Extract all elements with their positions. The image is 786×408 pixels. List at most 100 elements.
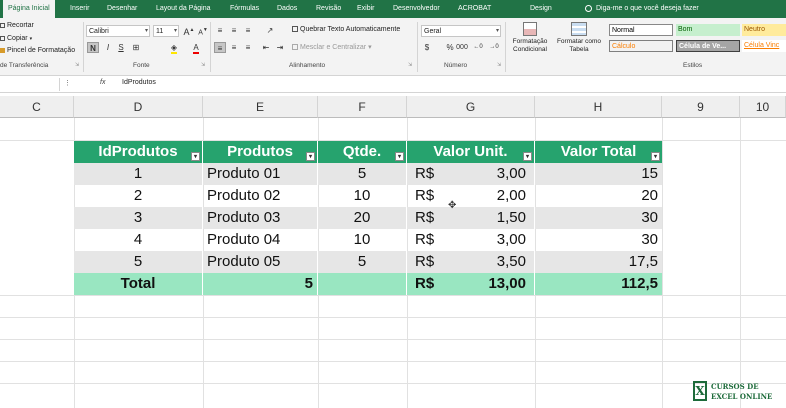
cell-valor-unit[interactable]: R$ 1,50: [407, 207, 534, 229]
align-middle-icon[interactable]: ≡: [228, 25, 240, 36]
tell-me-box[interactable]: Diga-me o que você deseja fazer: [585, 0, 699, 18]
format-painter-button[interactable]: Pincel de Formatação: [0, 47, 75, 54]
cell-valor-unit[interactable]: R$ 2,00: [407, 185, 534, 207]
cell-idprodutos[interactable]: 4: [74, 229, 202, 251]
filter-dropdown-icon[interactable]: ▾: [306, 152, 315, 161]
cell-idprodutos[interactable]: 3: [74, 207, 202, 229]
column-header-9[interactable]: 9: [662, 96, 740, 118]
cell-qtde[interactable]: 10: [318, 185, 406, 207]
tab-design[interactable]: Design: [530, 0, 552, 18]
tab-inserir[interactable]: Inserir: [70, 0, 89, 18]
font-color-icon[interactable]: A: [190, 42, 202, 54]
increase-decimal-icon[interactable]: ←0: [472, 42, 484, 53]
cell-produto[interactable]: Produto 04: [203, 229, 317, 251]
style-bom[interactable]: Bom: [676, 24, 740, 36]
tab-layout[interactable]: Layout da Página: [156, 0, 211, 18]
cell-valor-total[interactable]: 15: [535, 163, 662, 185]
style-celula-vinculada[interactable]: Célula Vinc: [742, 40, 786, 52]
header-qtde[interactable]: Qtde. ▾: [318, 141, 406, 163]
align-left-icon[interactable]: ≡: [214, 42, 226, 53]
cell-qtde[interactable]: 10: [318, 229, 406, 251]
number-format-select[interactable]: Geral ▾: [421, 25, 501, 37]
column-header-c[interactable]: C: [0, 96, 74, 118]
alignment-launcher-icon[interactable]: ⇲: [408, 62, 412, 68]
cell-valor-unit[interactable]: R$ 3,50: [407, 251, 534, 273]
total-label[interactable]: Total: [74, 273, 202, 295]
tab-revisao[interactable]: Revisão: [316, 0, 341, 18]
cell-valor-total[interactable]: 30: [535, 207, 662, 229]
cell-valor-total[interactable]: 20: [535, 185, 662, 207]
filter-dropdown-icon[interactable]: ▾: [651, 152, 660, 161]
style-calculo[interactable]: Cálculo: [609, 40, 673, 52]
column-header-d[interactable]: D: [74, 96, 203, 118]
style-neutro[interactable]: Neutro: [742, 24, 786, 36]
column-header-e[interactable]: E: [203, 96, 318, 118]
cell-valor-total[interactable]: 17,5: [535, 251, 662, 273]
name-box[interactable]: [0, 78, 60, 91]
align-top-icon[interactable]: ≡: [214, 25, 226, 36]
wrap-text-button[interactable]: Quebrar Texto Automaticamente: [292, 26, 400, 33]
cut-button[interactable]: Recortar: [0, 22, 34, 29]
italic-button[interactable]: I: [102, 42, 114, 53]
number-launcher-icon[interactable]: ⇲: [497, 62, 501, 68]
font-size-select[interactable]: 11 ▾: [153, 25, 179, 37]
column-header-h[interactable]: H: [535, 96, 662, 118]
total-produtos[interactable]: 5: [203, 273, 317, 295]
decrease-decimal-icon[interactable]: →0: [488, 42, 500, 53]
font-name-select[interactable]: Calibri ▾: [86, 25, 150, 37]
style-celula-verificacao[interactable]: Célula de Ve...: [676, 40, 740, 52]
grow-font-button[interactable]: A▲: [183, 25, 195, 37]
total-qtde[interactable]: [318, 273, 406, 295]
bold-button[interactable]: N: [87, 42, 99, 53]
orientation-icon[interactable]: ↗: [264, 25, 276, 36]
total-valor-total[interactable]: 112,5: [535, 273, 662, 295]
align-center-icon[interactable]: ≡: [228, 42, 240, 53]
tab-pagina-inicial[interactable]: Página Inicial: [3, 0, 55, 18]
decrease-indent-icon[interactable]: ⇤: [260, 42, 272, 53]
comma-style-icon[interactable]: 000: [456, 42, 468, 53]
tab-desenvolvedor[interactable]: Desenvolvedor: [393, 0, 440, 18]
shrink-font-button[interactable]: A▼: [197, 25, 209, 36]
cell-produto[interactable]: Produto 01: [203, 163, 317, 185]
filter-dropdown-icon[interactable]: ▾: [395, 152, 404, 161]
column-header-10[interactable]: 10: [740, 96, 786, 118]
header-idprodutos[interactable]: IdProdutos ▾: [74, 141, 202, 163]
increase-indent-icon[interactable]: ⇥: [274, 42, 286, 53]
cell-idprodutos[interactable]: 5: [74, 251, 202, 273]
total-valor-unit[interactable]: R$ 13,00: [407, 273, 534, 295]
fx-icon[interactable]: fx: [100, 79, 105, 86]
tab-dados[interactable]: Dados: [277, 0, 297, 18]
align-bottom-icon[interactable]: ≡: [242, 25, 254, 36]
column-header-f[interactable]: F: [318, 96, 407, 118]
cell-valor-total[interactable]: 30: [535, 229, 662, 251]
format-as-table-button[interactable]: Formatar como Tabela: [554, 22, 604, 62]
header-produtos[interactable]: Produtos ▾: [203, 141, 317, 163]
tab-formulas[interactable]: Fórmulas: [230, 0, 259, 18]
cell-qtde[interactable]: 5: [318, 163, 406, 185]
cell-idprodutos[interactable]: 1: [74, 163, 202, 185]
underline-button[interactable]: S: [115, 42, 127, 53]
cell-qtde[interactable]: 20: [318, 207, 406, 229]
tab-exibir[interactable]: Exibir: [357, 0, 375, 18]
font-launcher-icon[interactable]: ⇲: [201, 62, 205, 68]
cell-qtde[interactable]: 5: [318, 251, 406, 273]
filter-dropdown-icon[interactable]: ▾: [523, 152, 532, 161]
formula-input[interactable]: IdProdutos: [122, 79, 156, 86]
currency-icon[interactable]: $: [421, 42, 433, 53]
cell-valor-unit[interactable]: R$ 3,00: [407, 229, 534, 251]
clipboard-launcher-icon[interactable]: ⇲: [75, 62, 79, 68]
cell-produto[interactable]: Produto 03: [203, 207, 317, 229]
align-right-icon[interactable]: ≡: [242, 42, 254, 53]
tab-desenhar[interactable]: Desenhar: [107, 0, 137, 18]
merge-center-button[interactable]: Mesclar e Centralizar ▾: [292, 43, 372, 51]
cell-produto[interactable]: Produto 02: [203, 185, 317, 207]
fill-color-icon[interactable]: ◈: [168, 42, 180, 54]
copy-button[interactable]: Copiar ▾: [0, 35, 32, 42]
conditional-formatting-button[interactable]: Formatação Condicional: [507, 22, 553, 62]
percent-icon[interactable]: %: [444, 42, 456, 53]
cell-valor-unit[interactable]: R$ 3,00: [407, 163, 534, 185]
column-header-g[interactable]: G: [407, 96, 535, 118]
borders-icon[interactable]: ⊞: [130, 42, 142, 53]
cell-idprodutos[interactable]: 2: [74, 185, 202, 207]
header-valor-total[interactable]: Valor Total ▾: [535, 141, 662, 163]
